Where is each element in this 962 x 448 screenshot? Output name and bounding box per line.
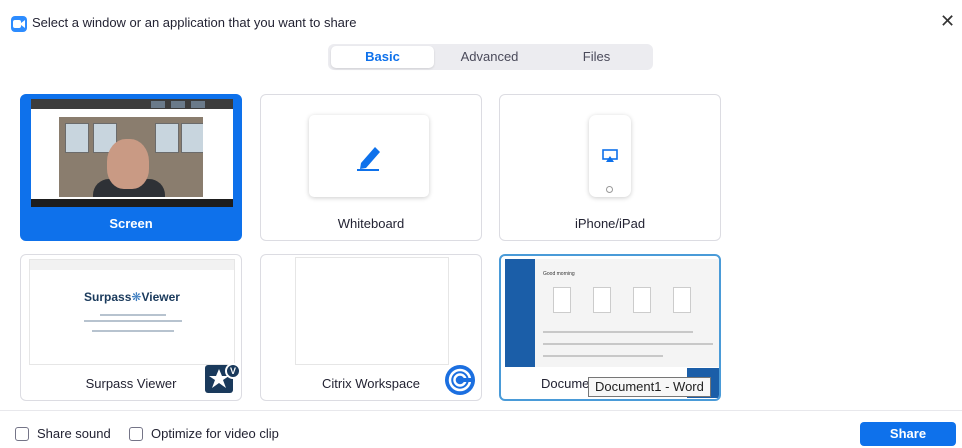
title-bar: Select a window or an application that y… bbox=[0, 0, 962, 46]
tile-whiteboard[interactable]: Whiteboard bbox=[260, 94, 482, 241]
tile-citrix-workspace[interactable]: Citrix Workspace bbox=[260, 254, 482, 401]
recent-row bbox=[543, 331, 693, 333]
tab-basic[interactable]: Basic bbox=[331, 46, 434, 68]
thumbnail-participant bbox=[171, 101, 185, 108]
tile-screen[interactable]: Screen bbox=[20, 94, 242, 241]
thumbnail-text-line bbox=[100, 314, 166, 316]
recent-row bbox=[543, 355, 663, 357]
person-head bbox=[107, 139, 149, 189]
thumbnail-browser-bar bbox=[30, 260, 234, 270]
template-thumbnail bbox=[673, 287, 691, 313]
thumbnail-participant bbox=[151, 101, 165, 108]
thumbnail-text-line bbox=[84, 320, 182, 322]
share-button[interactable]: Share bbox=[860, 422, 956, 446]
share-sound-checkbox[interactable] bbox=[15, 427, 29, 441]
tab-files[interactable]: Files bbox=[545, 46, 648, 68]
word-greeting: Good morning bbox=[543, 271, 575, 277]
optimize-video-checkbox[interactable] bbox=[129, 427, 143, 441]
footer-divider bbox=[0, 410, 962, 411]
airplay-icon bbox=[602, 149, 618, 162]
whiteboard-card bbox=[309, 115, 429, 197]
share-tabs: Basic Advanced Files bbox=[328, 44, 653, 70]
thumbnail-text-line bbox=[92, 330, 174, 332]
thumbnail-taskbar bbox=[31, 199, 233, 207]
thumbnail-participant bbox=[191, 101, 205, 108]
tile-label: Screen bbox=[109, 216, 153, 231]
close-icon[interactable]: ✕ bbox=[940, 12, 955, 30]
word-thumbnail: Good morning bbox=[505, 259, 719, 367]
optimize-video-label[interactable]: Optimize for video clip bbox=[151, 426, 279, 441]
template-thumbnail bbox=[633, 287, 651, 313]
tile-label: Whiteboard bbox=[337, 216, 405, 231]
tile-label: Citrix Workspace bbox=[321, 376, 420, 391]
tile-label: Surpass Viewer bbox=[85, 376, 177, 391]
phone-illustration bbox=[589, 115, 631, 197]
recent-row bbox=[543, 343, 713, 345]
template-thumbnail bbox=[593, 287, 611, 313]
template-thumbnail bbox=[553, 287, 571, 313]
citrix-thumbnail bbox=[295, 257, 449, 365]
surpass-logo-mark: ❋ bbox=[131, 290, 142, 304]
pen-icon bbox=[357, 147, 380, 171]
zoom-camera-icon bbox=[11, 16, 27, 32]
tab-advanced[interactable]: Advanced bbox=[438, 46, 541, 68]
word-sidebar bbox=[505, 259, 535, 367]
home-button-icon bbox=[606, 186, 613, 193]
window-title: Select a window or an application that y… bbox=[32, 15, 357, 30]
tile-surpass-viewer[interactable]: Surpass❋Viewer V Surpass Viewer bbox=[20, 254, 242, 401]
tile-label: iPhone/iPad bbox=[574, 216, 646, 231]
tooltip: Document1 - Word bbox=[588, 377, 711, 397]
video-feed bbox=[59, 117, 203, 197]
surpass-thumbnail: Surpass❋Viewer bbox=[29, 259, 235, 365]
screen-thumbnail bbox=[31, 99, 233, 207]
thumbnail-window bbox=[65, 123, 89, 153]
tile-iphone-ipad[interactable]: iPhone/iPad bbox=[499, 94, 721, 241]
thumbnail-window bbox=[181, 123, 203, 153]
share-sound-label[interactable]: Share sound bbox=[37, 426, 111, 441]
thumbnail-window bbox=[155, 123, 179, 153]
surpass-logo: Surpass❋Viewer bbox=[84, 290, 180, 304]
tile-label: Docume bbox=[541, 376, 590, 391]
